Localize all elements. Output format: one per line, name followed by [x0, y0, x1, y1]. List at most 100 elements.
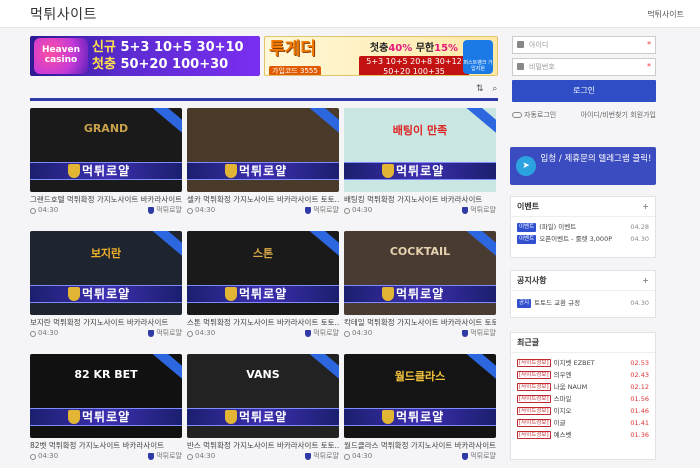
id-field[interactable]: 아이디 * [512, 36, 656, 54]
row-date: 04.28 [630, 223, 649, 231]
post-card[interactable]: 배팅이 만족 먹튀로얄 배팅킹 먹튀확정 가지노사이트 바카라사이트 04:30 먹튀로… [344, 108, 496, 215]
post-author[interactable]: 먹튀로얄 [462, 329, 496, 338]
clock-icon [344, 330, 350, 337]
post-thumbnail[interactable]: 먹튀로얄 [187, 108, 339, 192]
post-author[interactable]: 먹튀로얄 [305, 452, 339, 461]
category-tag: [사이트정보] [517, 359, 551, 367]
event-panel: 이벤트 + 이벤트 (파일) 이벤트 04.28 이벤트 오픈이벤트 - 룰렛 3,000… [510, 196, 656, 258]
post-time: 04:30 [30, 206, 58, 215]
post-card[interactable]: 보지란 먹튀로얄 보지란 먹튀확정 가지노사이트 바카라사이트 04:30 먹튀로얄 [30, 231, 182, 338]
row-title[interactable]: 예스벳 [554, 429, 627, 441]
post-title[interactable]: 셀카 먹튀확정 가지노사이트 바카라사이트 토토... [187, 195, 339, 205]
post-title[interactable]: 칵테일 먹튀확정 가지노사이트 바카라사이트 토토... [344, 318, 496, 328]
clock-icon [30, 330, 36, 337]
recent-row[interactable]: [사이트정보] 이지오 01.46 [511, 405, 655, 417]
list-tools: ⇅ ⌕ [470, 84, 497, 94]
together-promo: 첫충40% 무한15% 5+3 10+5 20+8 30+12 50+20 10… [359, 39, 469, 75]
post-thumbnail[interactable]: 스톤 먹튀로얄 [187, 231, 339, 315]
post-title[interactable]: 월드클라스 먹튀확정 가지노사이트 바카라사이트 [344, 441, 496, 451]
post-thumbnail[interactable]: GRAND 먹튀로얄 [30, 108, 182, 192]
author-icon [148, 453, 155, 460]
post-card[interactable]: COCKTAIL 먹튀로얄칵테일 먹튀확정 가지노사이트 바카라사이트 토토...… [344, 231, 496, 338]
post-author[interactable]: 먹튀로얄 [305, 329, 339, 338]
post-title[interactable]: 반스 먹튀확정 가지노사이트 바카라사이트 토토... [187, 441, 339, 451]
event-row[interactable]: 이벤트 오픈이벤트 - 룰렛 3,000P 04.30 [511, 233, 655, 245]
banner-heaven-casino[interactable]: Heaven casino 신규 5+3 10+5 30+10 첫충 50+20… [30, 36, 260, 76]
author-icon [462, 453, 469, 460]
post-author[interactable]: 먹튀로얄 [148, 452, 182, 461]
post-card[interactable]: 82 KR BET 먹튀로얄 82벳 먹튀확정 가지노사이트 바카라사이트 04:30… [30, 354, 182, 461]
post-card[interactable]: 월드클라스 먹튀로얄 월드클라스 먹튀확정 가지노사이트 바카라사이트 04:30 먹튀… [344, 354, 496, 461]
post-title[interactable]: 그랜드호텔 먹튀확정 가지노사이트 바카라사이트 [30, 195, 182, 205]
brand-text: 먹튀로얄 [239, 410, 288, 424]
event-more-button[interactable]: + [642, 197, 649, 217]
category-tag: 공지 [517, 298, 532, 308]
brand-text: 먹튀로얄 [239, 287, 288, 301]
row-title[interactable]: 나움 NAUM [554, 381, 627, 393]
clock-icon [344, 207, 350, 214]
post-thumbnail[interactable]: 월드클라스 먹튀로얄 [344, 354, 496, 438]
row-title[interactable]: 토토드 교환 규정 [534, 297, 626, 309]
auto-login-toggle[interactable]: 자동로그인 [512, 110, 556, 120]
category-tag: [사이트정보] [517, 395, 551, 403]
post-thumbnail[interactable]: 배팅이 만족 먹튀로얄 [344, 108, 496, 192]
post-author[interactable]: 먹튀로얄 [148, 206, 182, 215]
clock-icon [187, 207, 193, 214]
notice-row[interactable]: 공지 토토드 교환 규정 04.30 [511, 297, 655, 309]
banner-together[interactable]: 투게더 가입코드 3555 첫충40% 무한15% 5+3 10+5 20+8 … [264, 36, 498, 76]
recent-row[interactable]: [사이트정보] 이글 01.41 [511, 417, 655, 429]
clock-icon [187, 330, 193, 337]
post-author[interactable]: 먹튀로얄 [148, 329, 182, 338]
sort-icon[interactable]: ⇅ [476, 84, 484, 94]
login-button[interactable]: 로그인 [512, 80, 656, 102]
post-thumbnail[interactable]: 보지란 먹튀로얄 [30, 231, 182, 315]
author-icon [148, 207, 155, 214]
row-title[interactable]: 스마일 [554, 393, 627, 405]
row-title[interactable]: 오픈이벤트 - 룰렛 3,000P [539, 233, 626, 245]
post-title[interactable]: 보지란 먹튀확정 가지노사이트 바카라사이트 [30, 318, 182, 328]
password-field[interactable]: 비밀번호 * [512, 58, 656, 76]
row-title[interactable]: 의우엔 [554, 369, 627, 381]
shield-icon [68, 164, 80, 178]
notice-more-button[interactable]: + [642, 271, 649, 291]
post-thumbnail[interactable]: COCKTAIL 먹튀로얄 [344, 231, 496, 315]
post-time: 04:30 [187, 452, 215, 461]
post-thumbnail[interactable]: VANS 먹튀로얄 [187, 354, 339, 438]
author-icon [305, 207, 312, 214]
post-author[interactable]: 먹튀로얄 [462, 452, 496, 461]
recent-row[interactable]: [사이트정보] 예스벳 01.36 [511, 429, 655, 441]
thumbnail-art: 배팅이 만족 [392, 124, 448, 137]
event-row[interactable]: 이벤트 (파일) 이벤트 04.28 [511, 221, 655, 233]
search-icon[interactable]: ⌕ [492, 84, 497, 94]
post-card[interactable]: 스톤 먹튀로얄 스톤 먹튀확정 가지노사이트 바카라사이트 토토... 04:30 먹튀… [187, 231, 339, 338]
post-title[interactable]: 배팅킹 먹튀확정 가지노사이트 바카라사이트 [344, 195, 496, 205]
post-thumbnail[interactable]: 82 KR BET 먹튀로얄 [30, 354, 182, 438]
post-title[interactable]: 82벳 먹튀확정 가지노사이트 바카라사이트 [30, 441, 182, 451]
post-author[interactable]: 먹튀로얄 [305, 206, 339, 215]
login-box: 아이디 * 비밀번호 * 로그인 자동로그인 아이디/비번찾기 회원가입 [512, 36, 656, 120]
recent-row[interactable]: [사이트정보] 스마일 01.56 [511, 393, 655, 405]
telegram-contact-button[interactable]: ➤ 입청 / 제휴문의 텔레그램 클릭! [510, 147, 656, 185]
post-card[interactable]: VANS 먹튀로얄반스 먹튀확정 가지노사이트 바카라사이트 토토... 04:30… [187, 354, 339, 461]
post-card[interactable]: GRAND 먹튀로얄그랜드호텔 먹튀확정 가지노사이트 바카라사이트 04:30 먹튀… [30, 108, 182, 215]
user-icon [517, 41, 524, 48]
row-title[interactable]: 이글 [554, 417, 627, 429]
recent-row[interactable]: [사이트정보] 나움 NAUM 02.12 [511, 381, 655, 393]
section-divider [30, 98, 498, 101]
post-card[interactable]: 먹튀로얄 셀카 먹튀확정 가지노사이트 바카라사이트 토토... 04:30 먹튀로얄 [187, 108, 339, 215]
recent-row[interactable]: [사이트정보] 이지벳 EZBET 02.53 [511, 357, 655, 369]
clock-icon [30, 207, 36, 214]
post-title[interactable]: 스톤 먹튀확정 가지노사이트 바카라사이트 토토... [187, 318, 339, 328]
post-author[interactable]: 먹튀로얄 [462, 206, 496, 215]
row-title[interactable]: 이지벳 EZBET [554, 357, 627, 369]
recent-row[interactable]: [사이트정보] 의우엔 02.43 [511, 369, 655, 381]
find-account-link[interactable]: 아이디/비번찾기 회원가입 [581, 110, 656, 120]
row-date: 01.41 [630, 419, 649, 427]
category-tag: 이벤트 [517, 234, 537, 244]
row-title[interactable]: 이지오 [554, 405, 627, 417]
row-date: 04.30 [630, 299, 649, 307]
row-title[interactable]: (파일) 이벤트 [539, 221, 626, 233]
top-right-link[interactable]: 먹튀사이트 [647, 9, 684, 20]
site-title[interactable]: 먹튀사이트 [30, 4, 97, 24]
row-date: 01.56 [630, 395, 649, 403]
